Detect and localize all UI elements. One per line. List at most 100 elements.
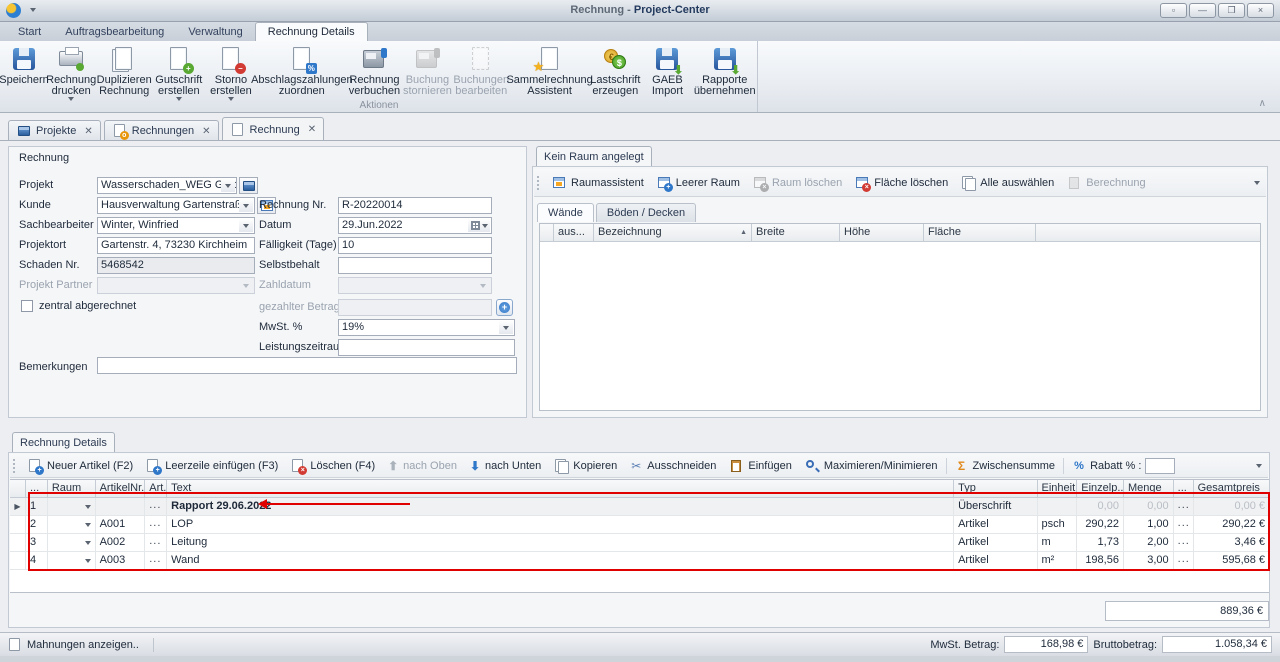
- flaeche-loeschen-button[interactable]: × Fläche löschen: [848, 172, 954, 194]
- zwischensumme-button[interactable]: Σ Zwischensumme: [949, 455, 1062, 477]
- loeschen-button[interactable]: × Löschen (F4): [284, 455, 381, 477]
- ellipsis-button[interactable]: ...: [1174, 516, 1194, 533]
- projektort-field[interactable]: Gartenstr. 4, 73230 Kirchheim: [97, 237, 255, 254]
- ribbon-tab-rechnung-details[interactable]: Rechnung Details: [255, 22, 368, 41]
- subtab-waende[interactable]: Wände: [537, 203, 594, 222]
- gaeb-import-button[interactable]: ⬇ GAEB Import: [641, 43, 695, 99]
- tab-projekte[interactable]: Projekte ✕: [8, 120, 101, 141]
- ellipsis-button[interactable]: ...: [1174, 552, 1194, 569]
- leerer-raum-button[interactable]: + Leerer Raum: [650, 172, 746, 194]
- neuer-artikel-button[interactable]: + Neuer Artikel (F2): [21, 455, 139, 477]
- column-header-typ[interactable]: Typ: [954, 480, 1037, 497]
- alle-auswaehlen-button[interactable]: Alle auswählen: [954, 172, 1060, 194]
- leerzeile-einfuegen-button[interactable]: + Leerzeile einfügen (F3): [139, 455, 284, 477]
- chevron-down-icon[interactable]: [221, 179, 235, 192]
- ellipsis-button[interactable]: ...: [145, 516, 167, 533]
- maximieren-minimieren-button[interactable]: Maximieren/Minimieren: [798, 455, 944, 477]
- ellipsis-button[interactable]: ...: [1174, 498, 1194, 515]
- ausschneiden-button[interactable]: ✂ Ausschneiden: [623, 455, 722, 477]
- chevron-down-icon[interactable]: [239, 219, 253, 232]
- tab-rechnung[interactable]: Rechnung ✕: [222, 117, 325, 141]
- column-header-raum[interactable]: Raum: [48, 480, 96, 497]
- raum-cell-combo[interactable]: [48, 534, 96, 551]
- close-tab-icon[interactable]: ✕: [308, 124, 316, 135]
- tab-rechnung-details[interactable]: Rechnung Details: [12, 432, 115, 453]
- chevron-down-icon[interactable]: [499, 321, 513, 334]
- table-row[interactable]: 3 A002 ... Leitung Artikel m 1,73 2,00 .…: [10, 534, 1269, 552]
- toolbar-overflow-caret-icon[interactable]: [1254, 181, 1260, 185]
- bemerkungen-field[interactable]: [97, 357, 517, 374]
- ribbon-tab-auftragsbearbeitung[interactable]: Auftragsbearbeitung: [53, 23, 176, 41]
- close-tab-icon[interactable]: ✕: [202, 126, 210, 137]
- add-payment-button[interactable]: +: [496, 299, 513, 316]
- mwst-combo[interactable]: 19%: [338, 319, 515, 336]
- rechnung-verbuchen-button[interactable]: Rechnung verbuchen: [348, 43, 402, 99]
- column-header-text[interactable]: Text: [167, 480, 954, 497]
- duplizieren-rechnung-button[interactable]: Duplizieren Rechnung: [96, 43, 152, 99]
- sachbearbeiter-combo[interactable]: Winter, Winfried: [97, 217, 255, 234]
- mahnungen-anzeigen-link[interactable]: Mahnungen anzeigen..: [0, 638, 147, 652]
- einfuegen-button[interactable]: Einfügen: [722, 455, 797, 477]
- ribbon-collapse-icon[interactable]: ∧: [1259, 98, 1266, 109]
- toolbar-grip[interactable]: [12, 458, 17, 474]
- leistungszeitraum-field[interactable]: [338, 339, 515, 356]
- column-header-num[interactable]: ...: [26, 480, 48, 497]
- rabatt-input[interactable]: [1145, 458, 1175, 474]
- close-tab-icon[interactable]: ✕: [84, 126, 92, 137]
- storno-erstellen-button[interactable]: – Storno erstellen: [206, 43, 256, 103]
- tab-kein-raum-angelegt[interactable]: Kein Raum angelegt: [536, 146, 652, 167]
- chevron-down-icon[interactable]: [239, 199, 253, 212]
- ribbon-tab-verwaltung[interactable]: Verwaltung: [176, 23, 254, 41]
- raum-cell-combo[interactable]: [48, 516, 96, 533]
- datum-field[interactable]: 29.Jun.2022: [338, 217, 492, 234]
- subtab-boeden-decken[interactable]: Böden / Decken: [596, 203, 696, 222]
- kunde-combo[interactable]: Hausverwaltung Gartenstraße: [97, 197, 255, 214]
- ellipsis-button[interactable]: ...: [145, 534, 167, 551]
- raum-cell-combo[interactable]: [48, 498, 96, 515]
- column-header-art[interactable]: Art...: [145, 480, 167, 497]
- restore-button[interactable]: ❐: [1218, 3, 1245, 18]
- rapporte-uebernehmen-button[interactable]: ⬇ Rapporte übernehmen: [694, 43, 755, 99]
- column-header-bezeichnung[interactable]: Bezeichnung▲: [594, 224, 752, 241]
- sammelrechnung-assistent-button[interactable]: ★ Sammelrechnung Assistent: [509, 43, 590, 99]
- gutschrift-erstellen-button[interactable]: + Gutschrift erstellen: [152, 43, 206, 103]
- ellipsis-button[interactable]: ...: [145, 498, 167, 515]
- ellipsis-button[interactable]: ...: [145, 552, 167, 569]
- rechnung-nr-field[interactable]: R-20220014: [338, 197, 492, 214]
- column-header-aus[interactable]: aus...: [554, 224, 594, 241]
- lastschrift-erzeugen-button[interactable]: €$ Lastschrift erzeugen: [590, 43, 640, 99]
- date-picker-icon[interactable]: [468, 219, 490, 232]
- raumassistent-button[interactable]: Raumassistent: [545, 172, 650, 194]
- column-header-einheit[interactable]: Einheit: [1038, 480, 1078, 497]
- fullscreen-button[interactable]: ▫: [1160, 3, 1187, 18]
- column-header-breite[interactable]: Breite: [752, 224, 840, 241]
- selbstbehalt-field[interactable]: [338, 257, 492, 274]
- kopieren-button[interactable]: Kopieren: [547, 455, 623, 477]
- column-header-menge[interactable]: Menge: [1124, 480, 1174, 497]
- table-row[interactable]: 4 A003 ... Wand Artikel m² 198,56 3,00 .…: [10, 552, 1269, 570]
- minimize-button[interactable]: —: [1189, 3, 1216, 18]
- tab-rechnungen[interactable]: o Rechnungen ✕: [104, 120, 219, 141]
- column-header-dots[interactable]: ...: [1174, 480, 1194, 497]
- toolbar-overflow-caret-icon[interactable]: [1256, 464, 1262, 468]
- column-header-gesamtpreis[interactable]: Gesamtpreis: [1194, 480, 1269, 497]
- schaden-nr-field[interactable]: 5468542: [97, 257, 255, 274]
- table-row[interactable]: 2 A001 ... LOP Artikel psch 290,22 1,00 …: [10, 516, 1269, 534]
- abschlagszahlungen-zuordnen-button[interactable]: % Abschlagszahlungen zuordnen: [256, 43, 347, 99]
- raum-cell-combo[interactable]: [48, 552, 96, 569]
- column-header-flaeche[interactable]: Fläche: [924, 224, 1036, 241]
- ribbon-tab-start[interactable]: Start: [6, 23, 53, 41]
- column-header-artikelnr[interactable]: ArtikelNr.: [96, 480, 146, 497]
- column-header-einzelpreis[interactable]: Einzelp...: [1077, 480, 1124, 497]
- table-row[interactable]: ▶ 1 ... Rapport 29.06.2022 Überschrift 0…: [10, 498, 1269, 516]
- zentral-abgerechnet-checkbox[interactable]: [21, 300, 33, 312]
- ellipsis-button[interactable]: ...: [1174, 534, 1194, 551]
- projekt-open-button[interactable]: [239, 177, 258, 194]
- speichern-button[interactable]: Speichern: [2, 43, 46, 88]
- close-button[interactable]: ×: [1247, 3, 1274, 18]
- column-header-hoehe[interactable]: Höhe: [840, 224, 924, 241]
- toolbar-grip[interactable]: [536, 175, 541, 191]
- nach-unten-button[interactable]: ⬇ nach Unten: [463, 455, 547, 477]
- faelligkeit-field[interactable]: 10: [338, 237, 492, 254]
- projekt-combo[interactable]: Wasserschaden_WEG Garte...: [97, 177, 237, 194]
